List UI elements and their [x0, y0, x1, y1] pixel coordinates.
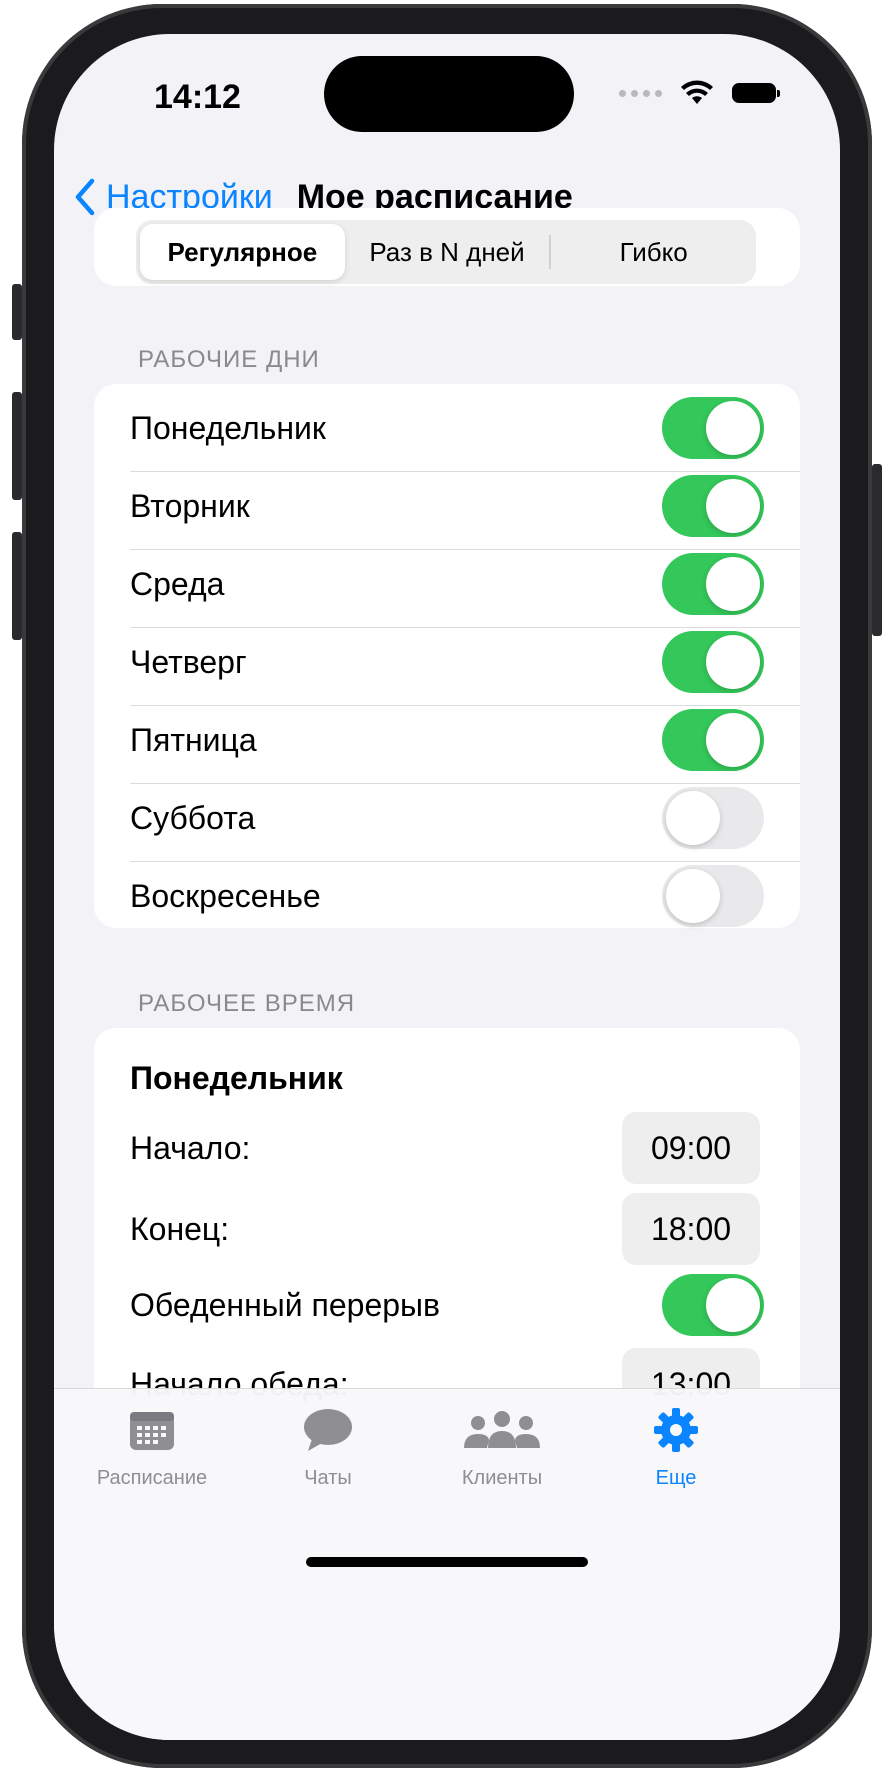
work-hours-day-title: Понедельник	[130, 1060, 343, 1096]
home-indicator	[306, 1557, 588, 1567]
lunch-break-toggle[interactable]	[662, 1274, 764, 1336]
work-hours-card: Понедельник Начало: 09:00 Конец: 18:00 О…	[94, 1028, 800, 1448]
lunch-break-label: Обеденный перерыв	[130, 1286, 441, 1323]
day-row-tuesday: Вторник	[130, 462, 800, 550]
end-time-row: Конец: 18:00	[130, 1193, 800, 1265]
day-label: Воскресенье	[130, 877, 321, 914]
day-label: Четверг	[130, 643, 247, 680]
action-button	[12, 284, 22, 340]
day-label: Среда	[130, 565, 225, 602]
end-time-picker[interactable]: 18:00	[622, 1193, 760, 1265]
work-hours-header: РАБОЧЕЕ ВРЕМЯ	[138, 990, 356, 1017]
volume-up-button	[12, 392, 22, 500]
toggle-knob	[706, 557, 760, 611]
day-label: Суббота	[130, 799, 256, 836]
day-label: Пятница	[130, 721, 257, 758]
status-icons	[619, 80, 780, 106]
signal-dots-icon	[619, 89, 662, 97]
day-row-wednesday: Среда	[130, 540, 800, 628]
tab-clients[interactable]: Клиенты	[404, 1399, 600, 1490]
power-button	[872, 464, 882, 636]
tab-label: Клиенты	[461, 1467, 543, 1489]
work-days-card: Понедельник Вторник Среда Четверг Пятниц…	[94, 384, 800, 928]
tuesday-toggle[interactable]	[662, 475, 764, 537]
toggle-knob	[666, 869, 720, 923]
gear-icon	[654, 1408, 698, 1452]
tab-bar: Расписание Чаты Клиенты Еще	[54, 1388, 840, 1740]
start-time-label: Начало:	[130, 1129, 251, 1166]
day-row-sunday: Воскресенье	[130, 852, 800, 940]
wifi-icon	[681, 80, 713, 104]
work-days-header: РАБОЧИЕ ДНИ	[138, 346, 320, 373]
day-label: Вторник	[130, 487, 250, 524]
people-icon	[464, 1411, 540, 1448]
tab-label: Еще	[655, 1467, 697, 1489]
tab-label: Чаты	[304, 1467, 352, 1489]
thursday-toggle[interactable]	[662, 631, 764, 693]
toggle-knob	[706, 401, 760, 455]
monday-toggle[interactable]	[662, 397, 764, 459]
chevron-left-icon	[75, 178, 95, 216]
day-row-thursday: Четверг	[130, 618, 800, 706]
segment-every-n-days[interactable]: Раз в N дней	[345, 224, 550, 280]
tab-label: Расписание	[96, 1467, 208, 1489]
saturday-toggle[interactable]	[662, 787, 764, 849]
lunch-break-row: Обеденный перерыв	[130, 1274, 800, 1336]
schedule-type-segmented-control: Регулярное Раз в N дней Гибко	[136, 220, 756, 284]
battery-icon	[732, 83, 780, 103]
segment-flexible[interactable]: Гибко	[551, 224, 756, 280]
status-time: 14:12	[154, 78, 241, 116]
start-time-row: Начало: 09:00	[130, 1112, 800, 1184]
wednesday-toggle[interactable]	[662, 553, 764, 615]
screen: 14:12 Настройки Мое расписание Регулярно…	[54, 34, 840, 1740]
day-row-friday: Пятница	[130, 696, 800, 784]
volume-down-button	[12, 532, 22, 640]
start-time-picker[interactable]: 09:00	[622, 1112, 760, 1184]
day-row-monday: Понедельник	[130, 384, 800, 472]
toggle-knob	[706, 713, 760, 767]
toggle-knob	[706, 479, 760, 533]
segment-regular[interactable]: Регулярное	[140, 224, 345, 280]
schedule-type-card: Регулярное Раз в N дней Гибко	[94, 208, 800, 286]
calendar-icon	[130, 1412, 174, 1450]
toggle-knob	[666, 791, 720, 845]
toggle-knob	[706, 635, 760, 689]
dynamic-island	[324, 56, 574, 132]
day-row-saturday: Суббота	[130, 774, 800, 862]
chat-bubble-icon	[304, 1409, 352, 1451]
toggle-knob	[706, 1278, 760, 1332]
tab-chats[interactable]: Чаты	[230, 1399, 426, 1490]
day-label: Понедельник	[130, 409, 326, 446]
tab-schedule[interactable]: Расписание	[54, 1399, 250, 1490]
end-time-label: Конец:	[130, 1210, 230, 1247]
sunday-toggle[interactable]	[662, 865, 764, 927]
friday-toggle[interactable]	[662, 709, 764, 771]
tab-more[interactable]: Еще	[578, 1399, 774, 1490]
